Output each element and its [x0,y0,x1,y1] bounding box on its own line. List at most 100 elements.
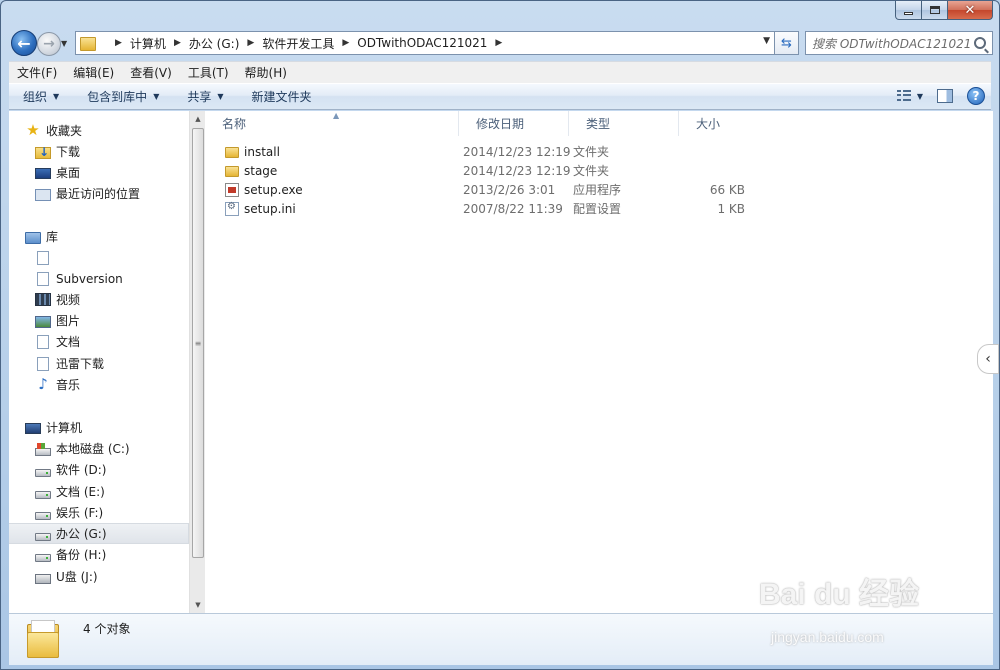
sidebar-item-label: 备份 (H:) [56,548,107,562]
sidebar-item-music[interactable]: ♪ 音乐 [35,374,215,395]
file-date: 2014/12/23 12:19 [463,163,571,178]
breadcrumb-current-folder[interactable]: ODTwithODAC121021 [357,36,487,50]
breadcrumb-chevron-icon[interactable]: ▶ [495,38,502,48]
folder-icon [80,36,96,51]
sidebar-item-libraries[interactable]: 库 [25,226,205,247]
sidebar-item-drive-c[interactable]: 本地磁盘 (C:) [35,438,215,459]
file-size [683,161,745,180]
star-icon: ★ [26,121,40,139]
sidebar-item-label: Subversion [56,271,123,286]
menu-file[interactable]: 文件(F) [9,64,65,81]
share-button[interactable]: 共享 ▼ [173,88,237,105]
sidebar-item-label: 娱乐 (F:) [56,506,104,520]
file-name-cell: stage [225,161,277,180]
folder-icon [225,165,239,177]
sidebar-item-documents[interactable]: 文档 [35,331,215,352]
desktop-icon [35,168,51,179]
item-count: 4 个对象 [83,622,131,636]
file-name: stage [244,163,278,178]
sidebar-item-computer[interactable]: 计算机 [25,417,205,438]
breadcrumb: ▶ 计算机 ▶ 办公 (G:) ▶ 软件开发工具 ▶ ODTwithODAC12… [107,35,510,52]
menu-view[interactable]: 查看(V) [122,64,180,81]
recent-pages-dropdown[interactable]: ▼ [61,39,71,49]
side-panel-toggle[interactable]: ‹ [977,344,999,374]
sidebar-item-drive-e[interactable]: 文档 (E:) [35,481,215,502]
file-date: 2007/8/22 11:39 [463,201,563,216]
drive-icon [35,532,51,541]
view-controls: ▼ ? [896,87,985,105]
ini-icon [225,201,239,216]
file-type: 应用程序 [573,183,622,197]
forward-arrow-icon: → [43,36,55,52]
forward-button[interactable]: → [37,32,61,56]
menu-edit[interactable]: 编辑(E) [65,64,122,81]
change-view-icon[interactable] [896,90,911,102]
sidebar-item-favorites[interactable]: ★ 收藏夹 [25,120,205,141]
sidebar-item-drive-f[interactable]: 娱乐 (F:) [35,502,215,523]
sidebar-item-thunder-downloads[interactable]: 迅雷下载 [35,353,215,374]
back-arrow-icon: ← [17,33,31,53]
chevron-down-icon[interactable]: ▼ [917,92,923,101]
document-icon [37,334,49,349]
column-header-date[interactable]: 修改日期 [459,111,569,136]
sidebar-item-label: 本地磁盘 (C:) [56,442,130,456]
back-button[interactable]: ← [11,30,37,56]
search-icon[interactable] [974,37,986,49]
sidebar-item-downloads[interactable]: 下载 [35,141,215,162]
sidebar-item-videos[interactable]: 视频 [35,289,215,310]
menu-bar: 文件(F) 编辑(E) 查看(V) 工具(T) 帮助(H) [9,61,991,83]
preview-pane-icon[interactable] [937,89,953,103]
breadcrumb-chevron-icon[interactable]: ▶ [115,38,122,48]
folder-icon [225,146,239,158]
breadcrumb-chevron-icon[interactable]: ▶ [342,38,349,48]
help-icon[interactable]: ? [967,87,985,105]
sidebar-item-recent-places[interactable]: 最近访问的位置 [35,183,215,204]
sidebar-item-drive-h[interactable]: 备份 (H:) [35,544,215,565]
maximize-button[interactable] [922,1,948,20]
breadcrumb-drive-g[interactable]: 办公 (G:) [189,35,240,52]
explorer-window: ✕ ← → ▼ ▶ 计算机 ▶ 办公 (G:) ▶ 软件开发工具 ▶ ODTwi… [0,0,1000,670]
address-dropdown-icon[interactable]: ▼ [763,36,770,46]
sidebar-item-drive-j[interactable]: U盘 (J:) [35,566,215,587]
sidebar-item-drive-g[interactable]: 办公 (G:) [9,523,189,544]
breadcrumb-chevron-icon[interactable]: ▶ [247,38,254,48]
column-header-type[interactable]: 类型 [569,111,679,136]
navigation-scrollbar[interactable]: ▲ ≡ ▼ [189,111,205,613]
close-button[interactable]: ✕ [948,1,993,20]
maximize-icon [929,6,940,14]
sidebar-item-desktop[interactable]: 桌面 [35,162,215,183]
new-folder-button[interactable]: 新建文件夹 [238,88,326,105]
minimize-button[interactable] [895,1,922,20]
large-folder-icon [27,620,61,658]
chevron-down-icon: ▼ [153,92,160,101]
scroll-down-icon[interactable]: ▼ [190,597,206,613]
breadcrumb-computer[interactable]: 计算机 [130,35,166,52]
sidebar-item-pictures[interactable]: 图片 [35,310,215,331]
address-bar[interactable]: ▶ 计算机 ▶ 办公 (G:) ▶ 软件开发工具 ▶ ODTwithODAC12… [75,31,775,55]
search-input[interactable]: 搜索 ODTwithODAC121021 [805,31,993,55]
navigation-bar: ← → ▼ ▶ 计算机 ▶ 办公 (G:) ▶ 软件开发工具 ▶ ODTwith… [9,29,993,59]
menu-tools[interactable]: 工具(T) [180,64,237,81]
column-header-size[interactable]: 大小 [679,111,749,136]
refresh-button[interactable]: ⇆ [775,31,799,55]
sidebar-item-subversion[interactable]: Subversion [35,268,215,289]
organize-button[interactable]: 组织 ▼ [9,88,73,105]
file-size [683,142,745,161]
sidebar-item-label: 计算机 [46,421,83,435]
file-type: 配置设置 [573,202,622,216]
sidebar-item-label: 视频 [56,293,81,307]
sidebar-item-drive-d[interactable]: 软件 (D:) [35,459,215,480]
command-bar: 组织 ▼ 包含到库中 ▼ 共享 ▼ 新建文件夹 ▼ ? [9,83,991,110]
scroll-thumb[interactable]: ≡ [192,128,204,558]
breadcrumb-chevron-icon[interactable]: ▶ [174,38,181,48]
scroll-up-icon[interactable]: ▲ [190,111,206,127]
menu-help[interactable]: 帮助(H) [237,64,295,81]
sidebar-item-library-unnamed[interactable] [35,247,215,268]
column-header-name[interactable]: 名称 [205,111,459,136]
sidebar-item-label: 文档 [56,335,81,349]
sidebar-item-label: 收藏夹 [46,124,83,138]
sidebar-item-label: 办公 (G:) [56,527,107,541]
breadcrumb-dev-tools[interactable]: 软件开发工具 [262,35,334,52]
include-in-library-button[interactable]: 包含到库中 ▼ [73,88,173,105]
sidebar-item-label: 图片 [56,314,81,328]
